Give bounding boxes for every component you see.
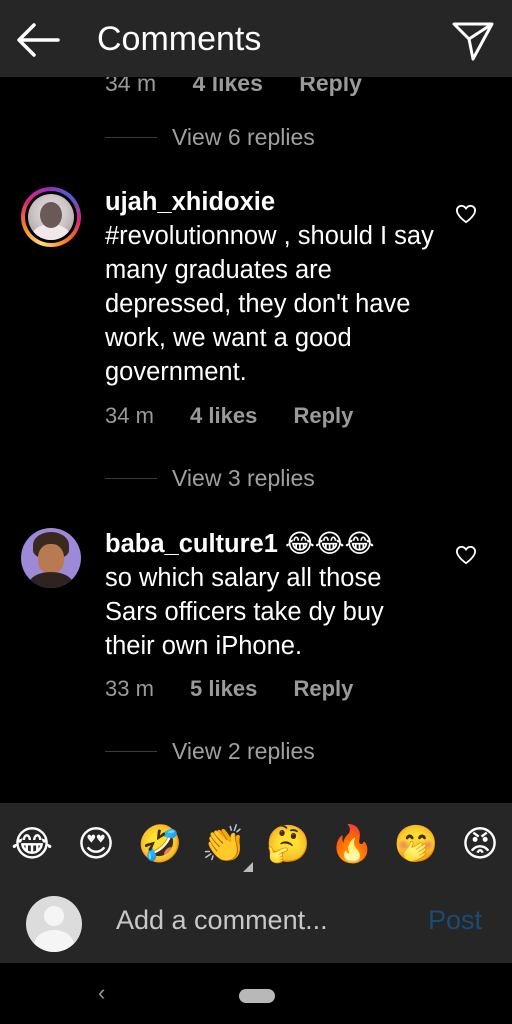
comment-time: 34 m xyxy=(105,403,154,428)
comment-input[interactable]: Add a comment... xyxy=(116,905,328,936)
view-replies-label: View 2 replies xyxy=(172,737,315,764)
avatar[interactable] xyxy=(21,187,81,247)
back-arrow-icon[interactable] xyxy=(14,18,62,62)
post-button[interactable]: Post xyxy=(428,905,482,936)
likes-count[interactable]: 4 likes xyxy=(190,403,257,428)
heart-icon[interactable] xyxy=(455,204,477,224)
view-replies-button[interactable]: View 6 replies xyxy=(105,121,315,153)
emoji-tears-of-joy[interactable]: 😂 xyxy=(8,821,56,869)
page-title: Comments xyxy=(97,20,262,58)
heart-icon[interactable] xyxy=(455,545,477,565)
comment-text: so which salary all those Sars officers … xyxy=(105,564,384,660)
comment-username[interactable]: ujah_xhidoxie xyxy=(105,185,435,219)
divider-line xyxy=(105,477,157,479)
divider-line xyxy=(105,136,157,138)
emoji-hand-over-mouth[interactable]: 🤭 xyxy=(392,821,440,869)
view-replies-button[interactable]: View 2 replies xyxy=(105,735,315,767)
view-replies-label: View 3 replies xyxy=(172,464,315,491)
view-replies-label: View 6 replies xyxy=(172,123,315,150)
emoji-rofl[interactable]: 🤣 xyxy=(136,821,184,869)
header: Comments xyxy=(0,0,512,77)
skin-tone-indicator-icon xyxy=(243,862,253,872)
emoji-thinking[interactable]: 🤔 xyxy=(264,821,312,869)
system-nav-bar: ‹ xyxy=(0,963,512,1024)
nav-home-pill-icon[interactable] xyxy=(239,989,275,1003)
comment-meta: 34 m 4 likes Reply xyxy=(105,403,383,429)
comment-body: baba_culture1 😂😂😂 so which salary all th… xyxy=(105,527,435,663)
emoji-fire[interactable]: 🔥 xyxy=(328,821,376,869)
likes-count[interactable]: 5 likes xyxy=(190,676,257,701)
emoji-quick-bar: 😂 😍 🤣 👏 🤔 🔥 🤭 😡 xyxy=(0,803,512,885)
comment-text: #revolutionnow , should I say many gradu… xyxy=(105,222,434,386)
avatar[interactable] xyxy=(21,528,81,588)
comment-time: 33 m xyxy=(105,676,154,701)
direct-send-icon[interactable] xyxy=(448,14,498,64)
view-replies-button[interactable]: View 3 replies xyxy=(105,462,315,494)
comment-composer: Add a comment... Post xyxy=(0,885,512,963)
nav-back-icon[interactable]: ‹ xyxy=(98,980,105,1006)
user-avatar xyxy=(26,896,82,952)
comment-username[interactable]: baba_culture1 😂😂😂 xyxy=(105,527,435,561)
emoji-heart-eyes[interactable]: 😍 xyxy=(72,821,120,869)
reply-button[interactable]: Reply xyxy=(293,403,353,428)
emoji-clapping[interactable]: 👏 xyxy=(200,821,248,869)
comment-body: ujah_xhidoxie #revolutionnow , should I … xyxy=(105,185,435,389)
reply-button[interactable]: Reply xyxy=(293,676,353,701)
emoji-angry[interactable]: 😡 xyxy=(456,821,504,869)
comment-meta: 33 m 5 likes Reply xyxy=(105,676,383,702)
divider-line xyxy=(105,750,157,752)
